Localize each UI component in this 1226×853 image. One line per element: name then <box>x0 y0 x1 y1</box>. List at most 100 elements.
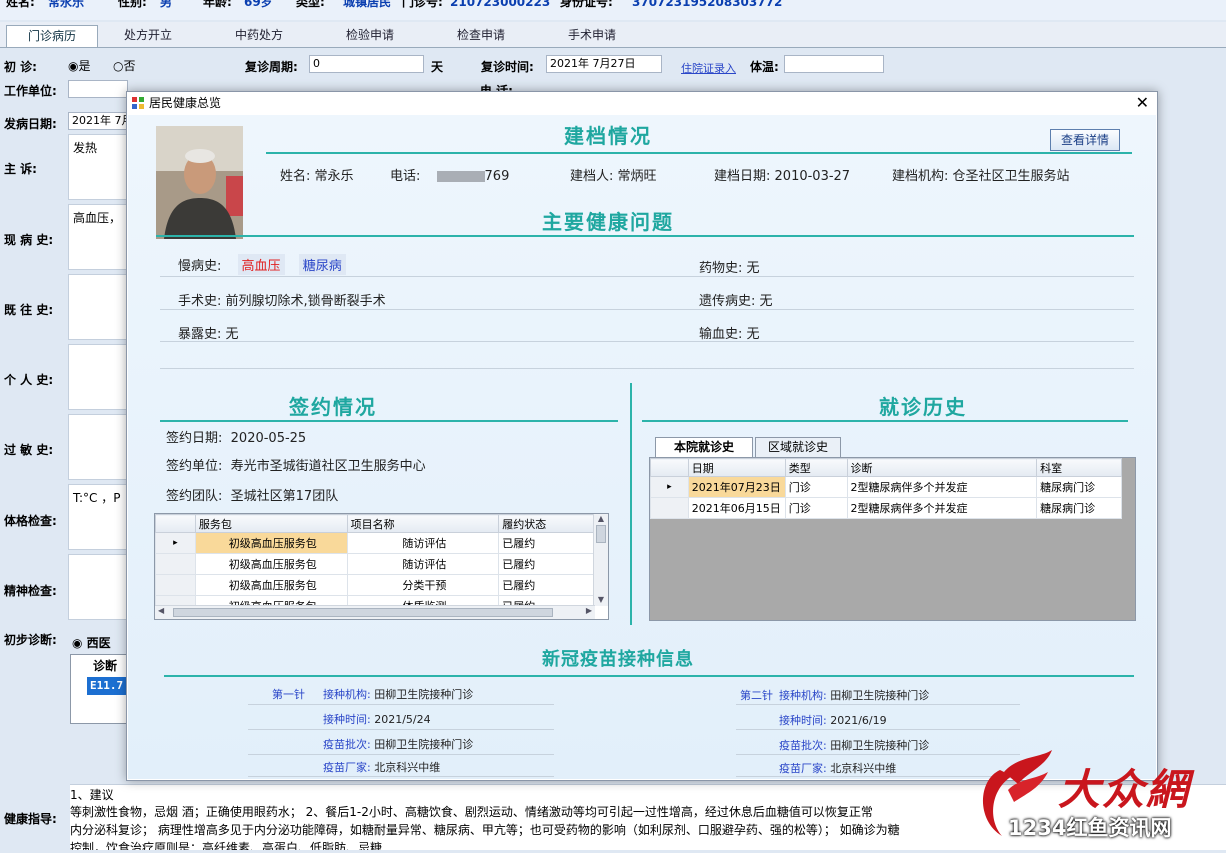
col-header-status[interactable]: 履约状态 <box>498 514 595 533</box>
horizontal-scrollbar[interactable]: ◀ ▶ <box>155 605 595 619</box>
scroll-up-icon[interactable]: ▲ <box>594 514 608 523</box>
history-divider <box>642 420 1128 422</box>
type-label: 类型: <box>296 0 325 9</box>
present-illness-label: 现 病 史: <box>4 233 54 247</box>
western-radio[interactable]: ◉ 西医 <box>72 634 111 651</box>
row-header <box>155 553 196 575</box>
close-icon[interactable]: ✕ <box>1136 92 1149 114</box>
cell-date[interactable]: 2021年07月23日 <box>687 476 786 498</box>
hscroll-thumb[interactable] <box>173 608 553 617</box>
main-tabs: 门诊病历 处方开立 中药处方 检验申请 检查申请 手术申请 <box>0 22 1226 48</box>
cell-package[interactable]: 初级高血压服务包 <box>194 553 348 575</box>
row-divider <box>160 309 1134 310</box>
first-visit-yes[interactable]: ◉是 <box>68 57 91 74</box>
cell-type[interactable]: 门诊 <box>784 497 848 519</box>
cell-package[interactable]: 初级高血压服务包 <box>194 574 348 596</box>
cell-diagnosis[interactable]: 2型糖尿病伴多个并发症 <box>846 476 1038 498</box>
table-row[interactable]: 初级高血压服务包 随访评估 已履约 <box>155 553 595 575</box>
cell-item[interactable]: 分类干预 <box>346 574 500 596</box>
diag-code-cell[interactable]: E11.7 <box>87 677 129 695</box>
onset-date-input[interactable]: 2021年 7月 <box>68 112 128 130</box>
grid-corner <box>155 514 196 533</box>
contract-divider <box>160 420 618 422</box>
row-divider <box>160 276 1134 277</box>
mental-exam-area[interactable] <box>68 554 128 620</box>
table-row[interactable]: ▸ 初级高血压服务包 随访评估 已履约 <box>155 532 595 554</box>
dose2-maker: 疫苗厂家: 北京科兴中维 <box>779 762 897 775</box>
cell-status[interactable]: 已履约 <box>498 574 595 596</box>
personal-history-area[interactable] <box>68 344 128 410</box>
diagnosis-grid: 诊断 E11.7 <box>70 654 129 724</box>
tab-surgery-request[interactable]: 手术申请 <box>547 25 637 47</box>
patient-gender: 男 <box>160 0 173 9</box>
tab-herbal[interactable]: 中药处方 <box>214 25 304 47</box>
table-row[interactable]: 初级高血压服务包 分类干预 已履约 <box>155 574 595 596</box>
tab-prescription[interactable]: 处方开立 <box>103 25 193 47</box>
tab-regional-history[interactable]: 区域就诊史 <box>755 437 841 457</box>
review-time-label: 复诊时间: <box>481 60 534 74</box>
dose2-label: 第二针 <box>740 689 773 702</box>
contract-section-title: 签约情况 <box>289 395 377 419</box>
col-header-diagnosis[interactable]: 诊断 <box>846 458 1038 477</box>
cell-dept[interactable]: 糖尿病门诊 <box>1036 497 1122 519</box>
dose1-batch: 疫苗批次: 田柳卫生院接种门诊 <box>323 738 474 751</box>
col-header-package[interactable]: 服务包 <box>194 514 348 533</box>
no-label: 否 <box>123 59 136 73</box>
row-header <box>650 497 689 519</box>
tab-clinic-record[interactable]: 门诊病历 <box>6 25 98 47</box>
col-header-date[interactable]: 日期 <box>687 458 786 477</box>
cell-status[interactable]: 已履约 <box>498 532 595 554</box>
transfusion-history: 输血史: 无 <box>699 327 760 342</box>
profile-divider <box>266 152 1132 154</box>
tab-lab-request[interactable]: 检验申请 <box>325 25 415 47</box>
table-row[interactable]: 2021年06月15日 门诊 2型糖尿病伴多个并发症 糖尿病门诊 <box>650 497 1122 519</box>
followup-link[interactable]: 住院证录入 <box>681 60 736 76</box>
profile-section-title: 建档情况 <box>564 124 652 148</box>
health-divider <box>156 235 1134 237</box>
physical-exam-area[interactable]: T:°C ，P <box>68 484 128 550</box>
cell-package[interactable]: 初级高血压服务包 <box>194 532 348 554</box>
cell-item[interactable]: 随访评估 <box>346 532 500 554</box>
chronic-history: 慢病史: 高血压 糖尿病 <box>178 254 346 275</box>
cell-diagnosis[interactable]: 2型糖尿病伴多个并发症 <box>846 497 1038 519</box>
watermark-subtext: 1234红鱼资讯网 <box>1008 816 1172 840</box>
temp-input[interactable] <box>784 55 884 73</box>
scroll-thumb[interactable] <box>596 525 606 543</box>
complaint-area[interactable]: 发热 <box>68 134 128 200</box>
review-period-unit: 天 <box>431 60 444 74</box>
vertical-scrollbar[interactable]: ▲ ▼ <box>593 514 608 606</box>
col-header-type[interactable]: 类型 <box>784 458 848 477</box>
allergy-area[interactable] <box>68 414 128 480</box>
tab-exam-request[interactable]: 检查申请 <box>436 25 526 47</box>
cell-dept[interactable]: 糖尿病门诊 <box>1036 476 1122 498</box>
cell-type[interactable]: 门诊 <box>784 476 848 498</box>
gender-label: 性别: <box>118 0 147 9</box>
row-indicator-icon: ▸ <box>155 532 196 554</box>
col-header-dept[interactable]: 科室 <box>1036 458 1122 477</box>
patient-name: 常永乐 <box>48 0 85 9</box>
contract-date: 签约日期: 2020-05-25 <box>166 431 307 446</box>
view-details-button[interactable]: 查看详情 <box>1050 129 1120 151</box>
cell-item[interactable]: 随访评估 <box>346 553 500 575</box>
review-time-picker[interactable]: 2021年 7月27日 <box>546 55 662 73</box>
cell-date[interactable]: 2021年06月15日 <box>687 497 786 519</box>
table-row[interactable]: ▸ 2021年07月23日 门诊 2型糖尿病伴多个并发症 糖尿病门诊 <box>650 476 1122 498</box>
scroll-down-icon[interactable]: ▼ <box>594 595 608 604</box>
profile-phone: 电话: 769 <box>390 169 510 184</box>
review-period-input[interactable]: 0 <box>309 55 424 73</box>
row-divider <box>160 341 1134 342</box>
past-history-area[interactable] <box>68 274 128 340</box>
first-visit-no[interactable]: ○否 <box>113 57 136 74</box>
cell-status[interactable]: 已履约 <box>498 553 595 575</box>
genetic-history: 遗传病史: 无 <box>699 294 773 309</box>
row-header <box>155 574 196 596</box>
id-label: 身份证号: <box>560 0 613 9</box>
workplace-input[interactable] <box>68 80 128 98</box>
tab-local-history[interactable]: 本院就诊史 <box>655 437 753 457</box>
app-icon <box>132 97 144 109</box>
scroll-left-icon[interactable]: ◀ <box>158 606 164 615</box>
scroll-right-icon[interactable]: ▶ <box>586 606 592 615</box>
service-package-grid: 服务包 项目名称 履约状态 ▸ 初级高血压服务包 随访评估 已履约 初级高血压服… <box>154 513 609 620</box>
present-illness-area[interactable]: 高血压， <box>68 204 128 270</box>
col-header-item[interactable]: 项目名称 <box>346 514 500 533</box>
